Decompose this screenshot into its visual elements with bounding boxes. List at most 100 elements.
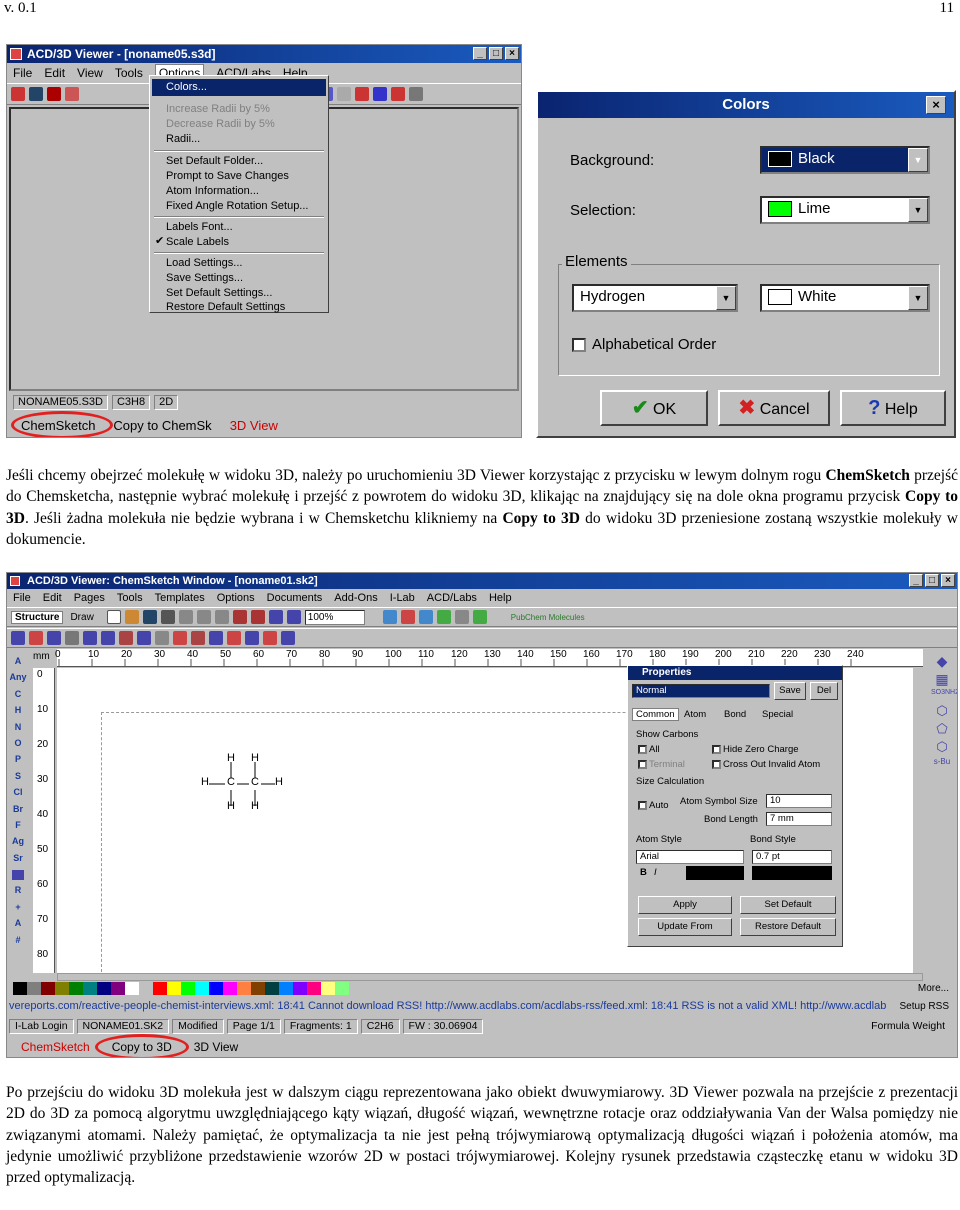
palette-color[interactable] <box>321 982 335 995</box>
font-select[interactable]: Arial <box>636 850 744 864</box>
save-icon[interactable] <box>29 87 43 101</box>
chain-icon[interactable] <box>83 631 97 645</box>
palette-color[interactable] <box>41 982 55 995</box>
rss-ticker[interactable]: vereports.com/reactive-people-chemist-in… <box>9 1000 953 1012</box>
restore-default-button[interactable]: Restore Default <box>740 918 836 936</box>
atom-button[interactable]: H <box>9 702 27 718</box>
palette-color[interactable] <box>97 982 111 995</box>
align-icon[interactable] <box>245 631 259 645</box>
print-icon[interactable] <box>160 610 175 624</box>
zoom-out-icon[interactable] <box>286 610 301 624</box>
atom-button[interactable]: Cl <box>9 784 27 800</box>
select-icon[interactable] <box>11 631 25 645</box>
grid-icon[interactable]: ▦ <box>931 671 953 689</box>
atom-button[interactable]: + <box>9 899 27 915</box>
3d-icon[interactable] <box>418 610 433 624</box>
alphabetical-checkbox[interactable]: Alphabetical Order <box>572 336 716 353</box>
copy-to-chemsketch-button[interactable]: Copy to ChemSk <box>113 418 211 433</box>
chemsketch-button[interactable]: ChemSketch <box>21 1040 90 1054</box>
palette-color[interactable] <box>167 982 181 995</box>
menu-edit[interactable]: Edit <box>44 64 65 82</box>
menu-item-atom-information[interactable]: Atom Information... <box>166 184 259 198</box>
palette-color[interactable] <box>125 982 139 995</box>
atom-button[interactable]: Sr <box>9 850 27 866</box>
ilab-login-button[interactable]: I-Lab Login <box>9 1019 74 1034</box>
menu-edit[interactable]: Edit <box>43 590 62 606</box>
hexagon-icon[interactable]: ⬡ <box>931 703 953 721</box>
menu-help[interactable]: Help <box>489 590 512 606</box>
wedge-icon[interactable] <box>119 631 133 645</box>
template-icon[interactable] <box>382 610 397 624</box>
atom-button[interactable]: Ag <box>9 833 27 849</box>
checkbox-icon[interactable] <box>572 338 586 353</box>
palette-color[interactable] <box>307 982 321 995</box>
undo-icon[interactable] <box>47 87 61 101</box>
arrow-icon[interactable] <box>137 631 151 645</box>
chevron-down-icon[interactable]: ▼ <box>908 286 928 310</box>
new-icon[interactable] <box>106 610 121 624</box>
minimize-button[interactable]: _ <box>909 574 923 587</box>
atom-button[interactable]: O <box>9 735 27 751</box>
checkbox-icon[interactable] <box>712 759 721 769</box>
bond-color-select[interactable] <box>752 866 832 880</box>
delete-icon[interactable] <box>250 610 265 624</box>
bold-button[interactable]: B <box>640 867 647 878</box>
menu-item-prompt-save[interactable]: Prompt to Save Changes <box>166 169 289 183</box>
horizontal-scrollbar[interactable] <box>57 973 923 981</box>
palette-color[interactable] <box>237 982 251 995</box>
open-icon[interactable] <box>11 87 25 101</box>
palette-color[interactable] <box>293 982 307 995</box>
menu-item-labels-font[interactable]: Labels Font... <box>166 220 233 234</box>
palette-color[interactable] <box>195 982 209 995</box>
menu-view[interactable]: View <box>77 64 103 82</box>
checkbox-icon[interactable] <box>712 744 721 754</box>
all-checkbox[interactable]: All <box>638 744 660 755</box>
name-icon[interactable] <box>454 610 469 624</box>
tab-draw[interactable]: Draw <box>67 612 96 623</box>
rotate-icon[interactable] <box>47 631 61 645</box>
tab-structure[interactable]: Structure <box>11 610 64 624</box>
bond-width-select[interactable]: 0.7 pt <box>752 850 832 864</box>
setup-rss-button[interactable]: Setup RSS <box>899 1001 949 1012</box>
selection-select[interactable]: Lime ▼ <box>760 196 930 224</box>
pentagon-icon[interactable]: ⬠ <box>931 721 953 739</box>
bond-icon[interactable] <box>101 631 115 645</box>
templates-icon[interactable]: ◆ <box>931 653 953 671</box>
close-button[interactable]: × <box>505 47 519 60</box>
save-style-button[interactable]: Save <box>774 682 806 700</box>
palette-color[interactable] <box>83 982 97 995</box>
maximize-button[interactable]: □ <box>489 47 503 60</box>
tab-atom[interactable]: Atom <box>684 709 706 720</box>
3d-view-button[interactable]: 3D View <box>194 1040 238 1054</box>
menu-ilab[interactable]: I-Lab <box>390 590 415 606</box>
menu-pages[interactable]: Pages <box>74 590 105 606</box>
menu-item-save-settings[interactable]: Save Settings... <box>166 271 243 285</box>
zoom-select[interactable]: 100% <box>304 609 365 625</box>
close-button[interactable]: × <box>926 96 946 114</box>
atom-button[interactable]: Any <box>9 669 27 685</box>
atom-color-select[interactable] <box>686 866 744 880</box>
checkbox-icon[interactable] <box>638 744 647 754</box>
menu-tools[interactable]: Tools <box>117 590 143 606</box>
hide-zero-charge-checkbox[interactable]: Hide Zero Charge <box>712 744 799 755</box>
menu-tools[interactable]: Tools <box>115 64 143 82</box>
minimize-button[interactable]: _ <box>473 47 487 60</box>
copy-icon[interactable] <box>196 610 211 624</box>
palette-color[interactable] <box>69 982 83 995</box>
settings-icon[interactable] <box>409 87 423 101</box>
more-colors-button[interactable]: More... <box>918 983 949 994</box>
menu-templates[interactable]: Templates <box>155 590 205 606</box>
chevron-down-icon[interactable]: ▼ <box>908 198 928 222</box>
sticks-icon[interactable] <box>355 87 369 101</box>
auto-checkbox[interactable]: Auto <box>638 800 669 811</box>
move-icon[interactable] <box>65 631 79 645</box>
palette-color[interactable] <box>111 982 125 995</box>
menu-addons[interactable]: Add-Ons <box>334 590 377 606</box>
menu-item-set-default-settings[interactable]: Set Default Settings... <box>166 286 272 300</box>
rotate-icon[interactable] <box>65 87 79 101</box>
menu-file[interactable]: File <box>13 64 32 82</box>
sulfonamide-button[interactable]: SO3NH2 <box>931 689 957 703</box>
palette-color[interactable] <box>139 982 153 995</box>
palette-color[interactable] <box>181 982 195 995</box>
menu-documents[interactable]: Documents <box>267 590 323 606</box>
